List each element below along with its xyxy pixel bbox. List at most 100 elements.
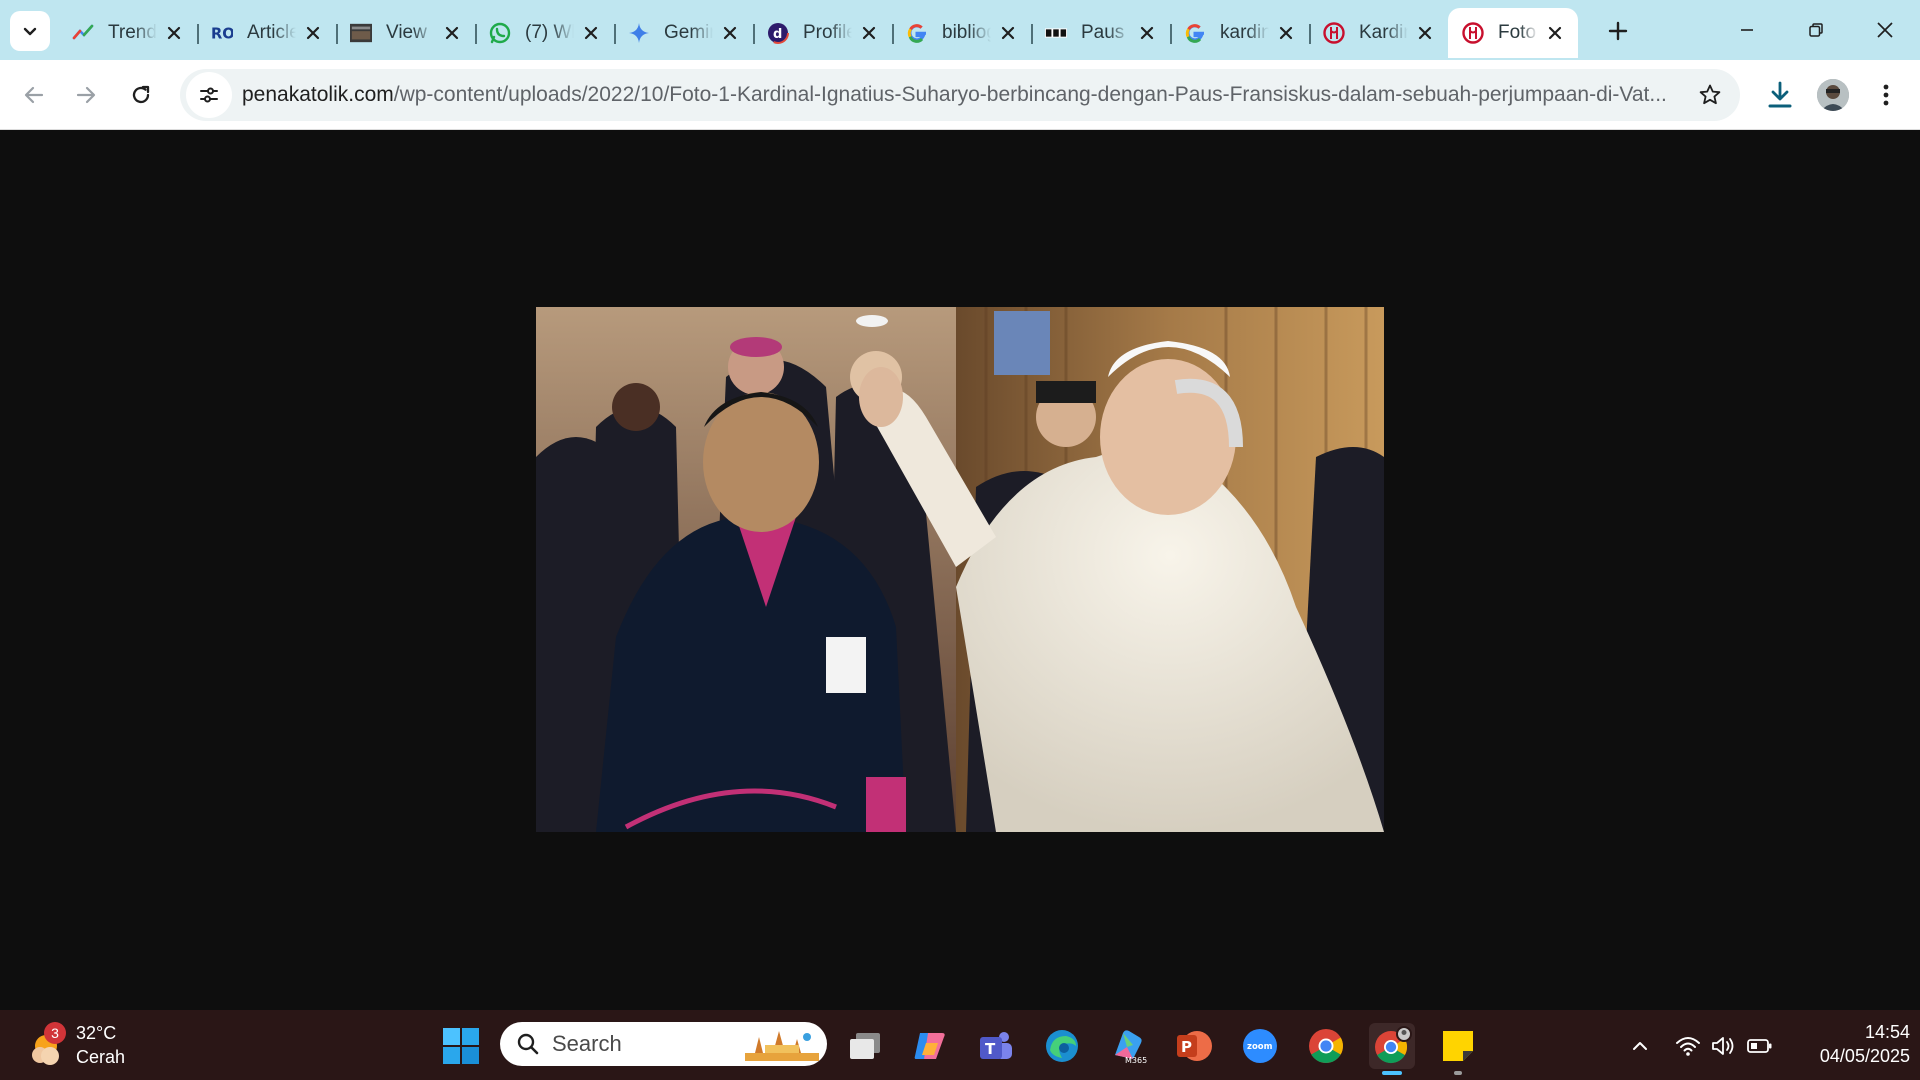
tab-paus[interactable]: Paus	[1031, 8, 1170, 58]
tab-title: Articles	[247, 22, 296, 43]
sticky-notes-button[interactable]	[1435, 1023, 1481, 1075]
profile-button[interactable]	[1813, 75, 1853, 115]
reload-icon	[132, 85, 150, 104]
trends-icon	[72, 22, 94, 44]
weather-widget[interactable]: 3 32°C Cerah	[24, 1020, 125, 1070]
bookmark-button[interactable]	[1692, 77, 1728, 113]
tab-title: Foto	[1498, 22, 1537, 43]
task-view-button[interactable]	[842, 1023, 888, 1069]
windows-icon	[443, 1028, 479, 1064]
running-indicator	[1454, 1071, 1462, 1075]
tab-profile[interactable]: d Profile	[753, 8, 892, 58]
sun-cloud-icon: 3	[24, 1022, 70, 1068]
tab-bibliography[interactable]: bibliography	[892, 8, 1031, 58]
chrome-button[interactable]	[1303, 1023, 1349, 1069]
tab-articles[interactable]: RO Articles	[197, 8, 336, 58]
star-icon	[1699, 84, 1721, 105]
whatsapp-icon	[489, 22, 511, 44]
site-info-button[interactable]	[186, 72, 232, 118]
powerpoint-button[interactable]: P	[1171, 1023, 1217, 1069]
penakatolik-icon	[1462, 22, 1484, 44]
tune-icon	[200, 87, 218, 103]
close-icon[interactable]	[580, 22, 602, 44]
arrow-left-icon	[24, 86, 44, 104]
close-icon[interactable]	[163, 22, 185, 44]
minimize-button[interactable]	[1724, 10, 1770, 50]
reload-button[interactable]	[121, 75, 161, 115]
copilot-icon	[914, 1033, 945, 1059]
restore-button[interactable]	[1793, 10, 1839, 50]
tab-title: Profile	[803, 22, 852, 43]
svg-text:T: T	[985, 1040, 996, 1058]
svg-text:RO: RO	[211, 26, 233, 43]
url-path: /wp-content/uploads/2022/10/Foto-1-Kardi…	[393, 83, 1667, 106]
forward-button[interactable]	[66, 75, 106, 115]
more-vertical-icon	[1883, 84, 1889, 106]
close-icon	[1877, 22, 1893, 38]
address-bar[interactable]: penakatolik.com/wp-content/uploads/2022/…	[180, 69, 1740, 121]
zoom-button[interactable]: zoom	[1237, 1023, 1283, 1069]
photo-illustration	[536, 307, 1384, 832]
teams-button[interactable]: T	[973, 1023, 1019, 1069]
network-button[interactable]	[1668, 1026, 1708, 1066]
close-icon[interactable]	[858, 22, 880, 44]
battery-icon	[1747, 1039, 1772, 1053]
back-button[interactable]	[14, 75, 54, 115]
restore-icon	[1809, 23, 1823, 37]
edge-button[interactable]	[1039, 1023, 1085, 1069]
chevron-up-icon	[1633, 1042, 1647, 1050]
close-icon[interactable]	[997, 22, 1019, 44]
wifi-icon	[1676, 1037, 1700, 1056]
microsoft-365-button[interactable]: M365	[1105, 1023, 1151, 1069]
tab-view[interactable]: View	[336, 8, 475, 58]
close-icon[interactable]	[302, 22, 324, 44]
copilot-button[interactable]	[907, 1023, 953, 1069]
search-label: Search	[552, 1031, 622, 1056]
close-icon[interactable]	[441, 22, 463, 44]
download-icon	[1768, 81, 1792, 108]
zoom-icon: zoom	[1243, 1029, 1277, 1063]
gemini-icon	[628, 22, 650, 44]
powerpoint-icon: P	[1177, 1031, 1212, 1061]
battery-button[interactable]	[1740, 1026, 1780, 1066]
weather-condition: Cerah	[76, 1047, 126, 1067]
tab-title: Kardinal	[1359, 22, 1408, 43]
plus-icon	[1608, 21, 1628, 41]
close-window-button[interactable]	[1862, 10, 1908, 50]
volume-button[interactable]	[1704, 1026, 1744, 1066]
start-button[interactable]	[438, 1023, 484, 1069]
google-icon	[906, 22, 928, 44]
tab-kardinal[interactable]: Kardinal	[1309, 8, 1448, 58]
tab-kardinal-search[interactable]: kardinal	[1170, 8, 1309, 58]
close-icon[interactable]	[1544, 22, 1566, 44]
tab-foto-active[interactable]: Foto	[1448, 8, 1578, 58]
taskbar-search[interactable]: Search	[500, 1022, 827, 1066]
close-icon[interactable]	[1136, 22, 1158, 44]
weather-temperature: 32°C	[76, 1023, 117, 1043]
tab-search-button[interactable]	[10, 11, 50, 51]
close-icon[interactable]	[1414, 22, 1436, 44]
photo-cardinal-and-pope[interactable]	[536, 307, 1384, 832]
chrome-profile-button-active[interactable]	[1369, 1023, 1415, 1075]
tab-title: (7) WhatsApp	[525, 22, 574, 43]
downloads-button[interactable]	[1760, 75, 1800, 115]
tab-title: Trends	[108, 22, 157, 43]
tab-whatsapp[interactable]: (7) WhatsApp	[475, 8, 614, 58]
menu-button[interactable]	[1866, 75, 1906, 115]
tab-gemini[interactable]: Gemini	[614, 8, 753, 58]
task-view-icon	[850, 1033, 880, 1059]
close-icon[interactable]	[1275, 22, 1297, 44]
clock[interactable]: 14:54 04/05/2025	[1790, 1020, 1910, 1068]
view-icon	[350, 22, 372, 44]
sticky-notes-icon	[1443, 1031, 1473, 1061]
tab-title: Gemini	[664, 22, 713, 43]
d-icon: d	[767, 22, 789, 44]
browser-toolbar: penakatolik.com/wp-content/uploads/2022/…	[0, 60, 1920, 130]
show-hidden-icons-button[interactable]	[1620, 1026, 1660, 1066]
tab-trends[interactable]: Trends	[58, 8, 197, 58]
close-icon[interactable]	[719, 22, 741, 44]
url-text[interactable]: penakatolik.com/wp-content/uploads/2022/…	[242, 83, 1672, 107]
taskbar: 3 32°C Cerah Search T M365 P zoom 14:54 …	[0, 1010, 1920, 1080]
chrome-icon	[1309, 1029, 1343, 1063]
new-tab-button[interactable]	[1598, 12, 1638, 50]
